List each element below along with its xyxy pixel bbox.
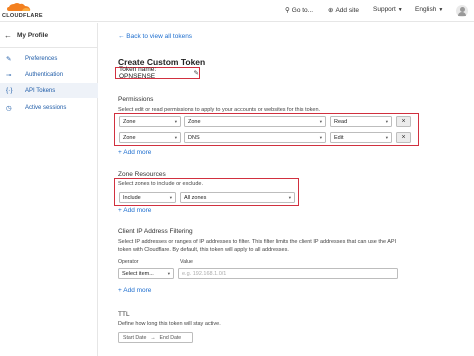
search-icon: ⚲ xyxy=(285,7,290,14)
sidebar-item-label: Preferences xyxy=(25,55,58,62)
add-ip-filter-link[interactable]: + Add more xyxy=(118,287,151,294)
select-value: Read xyxy=(334,118,348,125)
add-site-button[interactable]: ⊕ Add site xyxy=(328,6,359,15)
clock-icon: ◷ xyxy=(6,104,12,112)
caret-down-icon: ▼ xyxy=(397,6,403,13)
permission-level-select[interactable]: Read ▾ xyxy=(330,116,392,127)
select-value: Zone xyxy=(123,118,136,125)
zone-resources-description: Select zones to include or exclude. xyxy=(118,181,203,187)
chevron-down-icon: ▾ xyxy=(174,119,177,124)
chevron-down-icon: ▾ xyxy=(169,195,172,200)
cloud-logo-icon xyxy=(7,3,31,11)
ttl-title: TTL xyxy=(118,311,130,318)
language-label: English xyxy=(415,6,437,13)
sidebar-item-active-sessions[interactable]: ◷ Active sessions xyxy=(0,100,98,115)
close-icon: × xyxy=(401,134,406,141)
sidebar: ← My Profile ✎ Preferences ⊸ Authenticat… xyxy=(0,23,98,356)
remove-row-button[interactable]: × xyxy=(396,116,411,127)
ip-filtering-title: Client IP Address Filtering xyxy=(118,228,193,235)
chevron-down-icon: ▾ xyxy=(174,135,177,140)
sidebar-title: My Profile xyxy=(17,32,49,39)
value-label: Value xyxy=(180,259,193,265)
add-permission-link[interactable]: + Add more xyxy=(118,149,151,156)
zone-resources-title: Zone Resources xyxy=(118,171,166,178)
select-value: Zone xyxy=(188,118,201,125)
chevron-down-icon: ▾ xyxy=(319,119,322,124)
start-date-placeholder: Start Date xyxy=(123,334,147,341)
chevron-down-icon: ▾ xyxy=(385,135,388,140)
back-to-tokens-link[interactable]: ← Back to view all tokens xyxy=(118,33,192,40)
braces-icon: {·} xyxy=(6,87,13,94)
sidebar-divider xyxy=(0,47,98,48)
top-bar: CLOUDFLARE ⚲ Go to... ⊕ Add site Support… xyxy=(0,0,474,22)
operator-select[interactable]: Select item... ▾ xyxy=(118,268,174,279)
logo-wordmark: CLOUDFLARE xyxy=(2,13,43,19)
main-content: ← Back to view all tokens Create Custom … xyxy=(110,23,474,356)
token-name-field[interactable]: Token name: OPNSENSE ✎ xyxy=(115,66,200,80)
zone-include-select[interactable]: Include ▾ xyxy=(119,192,176,203)
permissions-title: Permissions xyxy=(118,96,154,103)
sidebar-item-api-tokens[interactable]: {·} API Tokens xyxy=(0,83,98,98)
input-placeholder: e.g. 192.168.1.0/1 xyxy=(182,270,227,277)
language-menu[interactable]: English ▼ xyxy=(415,6,443,13)
permission-level-select[interactable]: Edit ▾ xyxy=(330,132,392,143)
chevron-down-icon: ▾ xyxy=(288,195,291,200)
select-value: DNS xyxy=(188,134,200,141)
chevron-down-icon: ▾ xyxy=(385,119,388,124)
token-name-text: Token name: OPNSENSE xyxy=(119,66,157,80)
goto-button[interactable]: ⚲ Go to... xyxy=(285,6,314,15)
permission-group-select[interactable]: Zone ▾ xyxy=(184,116,326,127)
select-value: All zones xyxy=(184,194,207,201)
goto-label: Go to... xyxy=(291,6,314,14)
permission-scope-select[interactable]: Zone ▾ xyxy=(119,132,181,143)
zone-target-select[interactable]: All zones ▾ xyxy=(180,192,295,203)
sidebar-item-authentication[interactable]: ⊸ Authentication xyxy=(0,67,98,82)
select-value: Zone xyxy=(123,134,136,141)
select-value: Include xyxy=(123,194,141,201)
plus-circle-icon: ⊕ xyxy=(328,7,334,14)
select-value: Edit xyxy=(334,134,344,141)
add-zone-resource-link[interactable]: + Add more xyxy=(118,207,151,214)
ttl-description: Define how long this token will stay act… xyxy=(118,321,221,327)
permission-group-select[interactable]: DNS ▾ xyxy=(184,132,326,143)
sidebar-item-label: Active sessions xyxy=(25,104,67,111)
sidebar-item-label: API Tokens xyxy=(25,87,56,94)
add-site-label: Add site xyxy=(335,6,359,14)
select-value: Select item... xyxy=(122,270,154,277)
support-label: Support xyxy=(373,6,396,13)
end-date-placeholder: End Date xyxy=(159,334,182,341)
chevron-down-icon: ▾ xyxy=(167,271,170,276)
permission-scope-select[interactable]: Zone ▾ xyxy=(119,116,181,127)
edit-pencil-icon[interactable]: ✎ xyxy=(194,69,199,77)
sidebar-item-preferences[interactable]: ✎ Preferences xyxy=(0,51,98,66)
arrow-right-icon: → xyxy=(150,334,156,341)
ttl-date-range-picker[interactable]: Start Date → End Date xyxy=(118,332,193,343)
user-avatar-icon[interactable] xyxy=(456,5,468,17)
key-icon: ⊸ xyxy=(6,71,12,79)
operator-label: Operator xyxy=(118,259,139,265)
cloudflare-logo[interactable]: CLOUDFLARE xyxy=(2,2,48,20)
back-arrow-icon[interactable]: ← xyxy=(4,31,12,40)
ip-filtering-description-line2: token with Cloudflare. By default, this … xyxy=(118,247,289,253)
ip-filtering-description-line1: Select IP addresses or ranges of IP addr… xyxy=(118,239,397,245)
ip-value-input[interactable]: e.g. 192.168.1.0/1 xyxy=(178,268,398,279)
close-icon: × xyxy=(401,118,406,125)
caret-down-icon: ▼ xyxy=(438,6,444,13)
sidebar-item-label: Authentication xyxy=(25,71,64,78)
pencil-icon: ✎ xyxy=(6,55,12,63)
support-menu[interactable]: Support ▼ xyxy=(373,6,403,13)
chevron-down-icon: ▾ xyxy=(319,135,322,140)
remove-row-button[interactable]: × xyxy=(396,132,411,143)
